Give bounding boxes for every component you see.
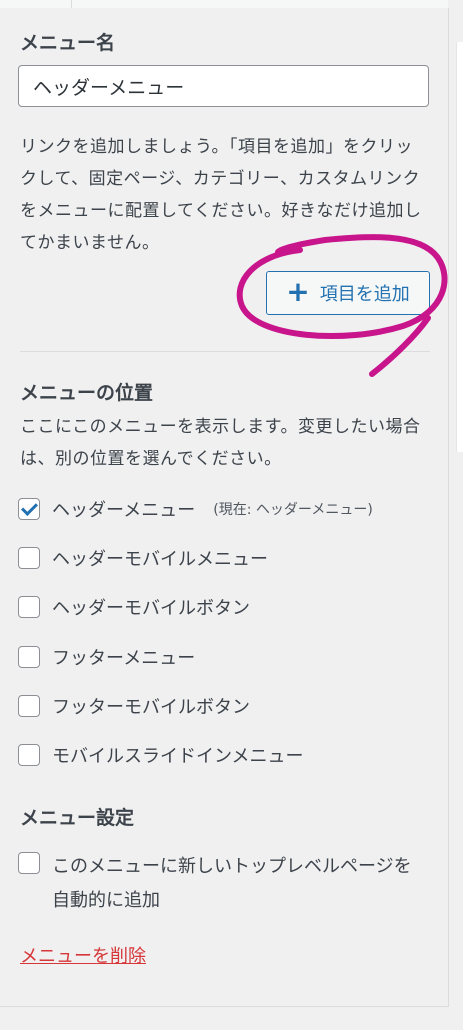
checkbox[interactable] bbox=[18, 695, 40, 717]
menu-name-label: メニュー名 bbox=[20, 32, 116, 54]
add-items-label: 項目を追加 bbox=[319, 284, 410, 305]
auto-add-pages-label: このメニューに新しいトップレベルページを自動的に追加 bbox=[52, 856, 412, 911]
location-label: フッターメニュー bbox=[52, 648, 196, 669]
menu-name-input[interactable] bbox=[18, 65, 429, 107]
adjacent-panel-edge bbox=[456, 42, 463, 452]
add-items-button[interactable]: + 項目を追加 bbox=[266, 271, 430, 315]
location-option-mobile-slide-in-menu[interactable]: モバイルスライドインメニュー bbox=[18, 742, 303, 768]
location-option-header-mobile-button[interactable]: ヘッダーモバイルボタン bbox=[18, 594, 250, 620]
menu-settings-heading: メニュー設定 bbox=[20, 807, 135, 829]
location-option-header-menu[interactable]: ヘッダーメニュー (現在: ヘッダーメニュー) bbox=[18, 496, 373, 522]
auto-add-pages-option[interactable]: このメニューに新しいトップレベルページを自動的に追加 bbox=[18, 850, 427, 918]
delete-menu-link[interactable]: メニューを削除 bbox=[20, 942, 146, 968]
location-label: フッターモバイルボタン bbox=[52, 697, 250, 718]
location-option-footer-menu[interactable]: フッターメニュー bbox=[18, 644, 195, 670]
location-label: ヘッダーメニュー bbox=[52, 500, 196, 521]
plus-icon: + bbox=[286, 274, 310, 308]
location-label: モバイルスライドインメニュー bbox=[52, 746, 304, 767]
menu-location-description: ここにこのメニューを表示します。変更したい場合は、別の位置を選んでください。 bbox=[20, 417, 421, 469]
checkbox[interactable] bbox=[18, 744, 40, 766]
checkbox-checked[interactable] bbox=[18, 498, 40, 520]
location-label: ヘッダーモバイルメニュー bbox=[52, 549, 268, 570]
divider bbox=[71, 0, 72, 8]
add-items-help-text: リンクを追加しましょう。「項目を追加」をクリックして、固定ページ、カテゴリー、カ… bbox=[20, 137, 422, 253]
section-divider bbox=[20, 351, 430, 352]
location-label: ヘッダーモバイルボタン bbox=[52, 598, 250, 619]
location-option-header-mobile-menu[interactable]: ヘッダーモバイルメニュー bbox=[18, 545, 268, 571]
checkbox[interactable] bbox=[18, 596, 40, 618]
current-location-note: (現在: ヘッダーメニュー) bbox=[213, 502, 373, 518]
checkbox[interactable] bbox=[18, 646, 40, 668]
checkbox[interactable] bbox=[18, 852, 40, 874]
checkbox[interactable] bbox=[18, 547, 40, 569]
location-option-footer-mobile-button[interactable]: フッターモバイルボタン bbox=[18, 693, 250, 719]
menu-editor-page: メニュー名 リンクを追加しましょう。「項目を追加」をクリックして、固定ページ、カ… bbox=[0, 0, 463, 1030]
menu-location-heading: メニューの位置 bbox=[20, 382, 154, 404]
